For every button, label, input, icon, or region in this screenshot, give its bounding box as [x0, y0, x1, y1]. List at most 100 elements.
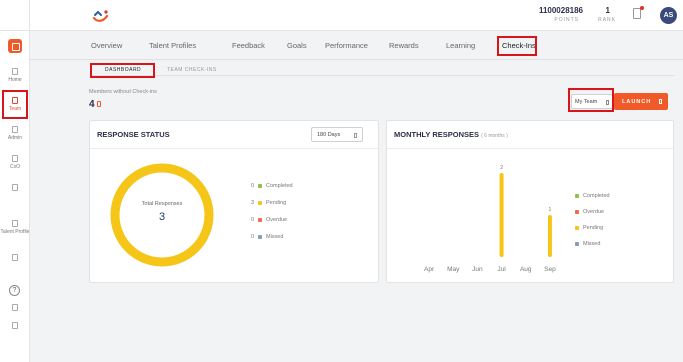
admin-icon: [12, 126, 18, 133]
legend-pending: 3 Pending: [248, 200, 286, 206]
response-status-title: RESPONSE STATUS: [97, 130, 170, 139]
chevron-down-icon: [659, 99, 662, 104]
legend-label: Overdue: [266, 217, 288, 223]
tab-rewards[interactable]: Rewards: [389, 41, 419, 50]
x-tick-label: Aug: [520, 266, 532, 273]
document-icon: [12, 254, 18, 261]
chevron-down-icon: [354, 133, 357, 138]
sub-tabs: DASHBOARD TEAM CHECK-INS: [89, 64, 674, 76]
total-responses-value: 3: [158, 211, 166, 223]
sidebar-item-logout[interactable]: [0, 322, 30, 331]
launch-label: LAUNCH: [622, 99, 652, 105]
info-icon[interactable]: [97, 101, 101, 107]
sidebar-item-label: Admin: [7, 135, 23, 141]
legend-dot: [575, 209, 579, 214]
monthly-responses-subtitle: ( 6 months ): [481, 133, 508, 139]
tab-overview[interactable]: Overview: [91, 41, 122, 50]
launch-button[interactable]: LAUNCH: [614, 93, 668, 110]
rank-label: RANK: [598, 17, 616, 23]
sidebar-item-cxo[interactable]: CxO: [0, 155, 30, 170]
legend-label: Completed: [266, 183, 293, 189]
main-nav-tabs: Overview Talent Profiles Feedback Goals …: [30, 31, 683, 60]
team-highlight: [2, 90, 28, 119]
settings-icon: [12, 304, 18, 311]
x-tick-label: Jun: [472, 266, 483, 273]
period-select[interactable]: 180 Days: [311, 127, 363, 142]
sidebar-item-label: Talent Profile: [0, 229, 30, 235]
legend-label: Missed: [583, 241, 601, 247]
divider: [387, 148, 673, 149]
x-tick-label: Sep: [544, 266, 556, 273]
tab-feedback[interactable]: Feedback: [232, 41, 265, 50]
logout-icon: [12, 322, 18, 329]
sidebar-item-talent-profile[interactable]: Talent Profile: [0, 220, 30, 235]
sidebar-item-home[interactable]: Home: [0, 68, 30, 83]
tab-talent-profiles[interactable]: Talent Profiles: [149, 41, 196, 50]
legend-completed: Completed: [571, 193, 610, 199]
sidebar-item-label: CxO: [10, 164, 20, 170]
monthly-responses-title: MONTHLY RESPONSES ( 6 months ): [394, 130, 508, 139]
divider: [90, 148, 378, 149]
monthly-bar-chart: Apr May Jun Jul 2 Aug Sep 1: [424, 165, 556, 273]
legend-count: 0: [250, 234, 254, 240]
x-tick-label: Apr: [424, 266, 435, 273]
legend-label: Missed: [266, 234, 284, 240]
legend-count: 0: [250, 217, 254, 223]
rank-value: 1: [605, 6, 610, 15]
legend-dot: [258, 200, 262, 205]
legend-dot: [258, 217, 262, 222]
bar[interactable]: [499, 173, 504, 257]
help-icon[interactable]: ?: [9, 285, 20, 296]
left-sidebar: Home Team Admin CxO Talent Profile ?: [0, 0, 30, 362]
dashboard-highlight: [90, 63, 155, 78]
tab-learning[interactable]: Learning: [446, 41, 475, 50]
sidebar-item-settings[interactable]: [0, 304, 30, 313]
legend-completed: 0 Completed: [248, 183, 293, 189]
legend-label: Completed: [583, 193, 610, 199]
legend-overdue: Overdue: [571, 209, 604, 215]
total-responses-label: Total Responses: [141, 201, 183, 207]
legend-dot: [258, 183, 262, 188]
bell-icon[interactable]: [633, 8, 641, 19]
legend-label: Overdue: [583, 209, 605, 215]
points-label: POINTS: [554, 17, 579, 23]
response-donut: Total Responses 3: [108, 161, 216, 269]
legend-label: Pending: [266, 200, 287, 206]
legend-dot: [258, 234, 262, 239]
talent-profile-icon: [12, 220, 18, 227]
bar-value-label: 1: [549, 207, 552, 213]
sidebar-item-label: Home: [8, 77, 22, 83]
sidebar-header: [0, 0, 30, 31]
x-tick-label: Jul: [497, 266, 506, 273]
points-value: 1100028186: [538, 6, 583, 15]
legend-dot: [575, 225, 579, 230]
cxo-icon: [12, 155, 18, 162]
avatar[interactable]: AS: [660, 7, 677, 24]
legend-count: 3: [250, 200, 254, 206]
sidebar-item-grid[interactable]: [0, 184, 30, 193]
members-without-checkins-label: Members without Check-ins: [89, 89, 157, 95]
x-tick-label: May: [447, 266, 460, 273]
legend-missed: 0 Missed: [248, 234, 283, 240]
bar[interactable]: [547, 215, 552, 257]
monthly-responses-title-text: MONTHLY RESPONSES: [394, 130, 480, 139]
members-without-checkins-count: 4: [89, 99, 95, 110]
legend-dot: [575, 241, 579, 246]
check-ins-highlight: [497, 36, 537, 56]
menu-icon[interactable]: [8, 39, 22, 53]
tab-goals[interactable]: Goals: [287, 41, 307, 50]
legend-overdue: 0 Overdue: [248, 217, 287, 223]
notification-badge: [640, 6, 644, 10]
sidebar-item-document[interactable]: [0, 254, 30, 263]
team-select-highlight: [568, 88, 614, 112]
brand-logo-icon[interactable]: [92, 9, 110, 23]
grid-icon: [12, 184, 18, 191]
sidebar-item-admin[interactable]: Admin: [0, 126, 30, 141]
tab-performance[interactable]: Performance: [325, 41, 368, 50]
response-status-card: RESPONSE STATUS 180 Days Total Responses…: [89, 120, 379, 283]
top-bar: 1100028186 POINTS 1 RANK AS: [30, 0, 683, 31]
home-icon: [12, 68, 18, 75]
legend-dot: [575, 193, 579, 198]
monthly-responses-card: MONTHLY RESPONSES ( 6 months ) Apr May Jun…: [386, 120, 674, 283]
subtab-team-check-ins[interactable]: TEAM CHECK-INS: [167, 67, 217, 73]
